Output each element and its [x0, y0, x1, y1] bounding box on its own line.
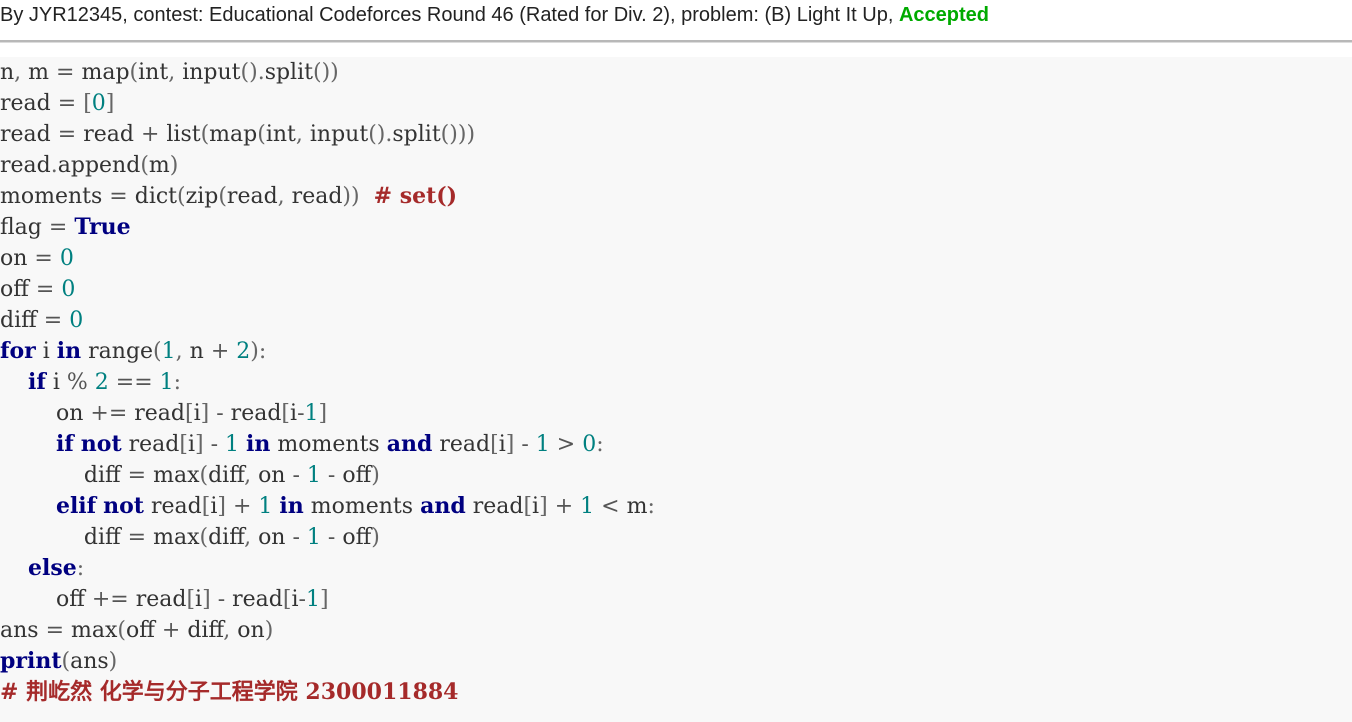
code-line: for i in range(1, n + 2):: [0, 338, 267, 364]
code-line: read = read + list(map(int, input().spli…: [0, 122, 476, 147]
code-line: flag = True: [0, 214, 131, 240]
code-line: on += read[i] - read[i-1]: [55, 401, 328, 426]
header-divider: [0, 40, 1352, 43]
code-line: else:: [27, 555, 85, 581]
code-line: print(ans): [0, 648, 118, 674]
code-line: diff = max(diff, on - 1 - off): [83, 463, 380, 488]
code-line: # 荆屹然 化学与分子工程学院 2300011884: [0, 679, 459, 705]
code-line: off += read[i] - read[i-1]: [55, 587, 329, 612]
source-code-panel: n, m = map(int, input().split()) read = […: [0, 57, 1352, 722]
code-line: diff = 0: [0, 308, 84, 333]
code-line: n, m = map(int, input().split()): [0, 60, 339, 85]
verdict-badge: Accepted: [898, 4, 989, 26]
code-line: diff = max(diff, on - 1 - off): [83, 525, 380, 550]
code-line: moments = dict(zip(read, read)) # set(): [0, 183, 458, 209]
code-line: off = 0: [0, 277, 76, 302]
source-code: n, m = map(int, input().split()) read = […: [0, 57, 1352, 708]
code-line: ans = max(off + diff, on): [0, 618, 274, 643]
code-line: elif not read[i] + 1 in moments and read…: [55, 493, 655, 519]
code-line: read = [0]: [0, 91, 115, 116]
code-line: if not read[i] - 1 in moments and read[i…: [55, 431, 604, 457]
submission-info: By JYR12345, contest: Educational Codefo…: [0, 4, 899, 26]
code-line: read.append(m): [0, 153, 179, 178]
submission-header: By JYR12345, contest: Educational Codefo…: [0, 0, 1352, 34]
code-line: if i % 2 == 1:: [27, 369, 182, 395]
code-line: on = 0: [0, 246, 74, 271]
